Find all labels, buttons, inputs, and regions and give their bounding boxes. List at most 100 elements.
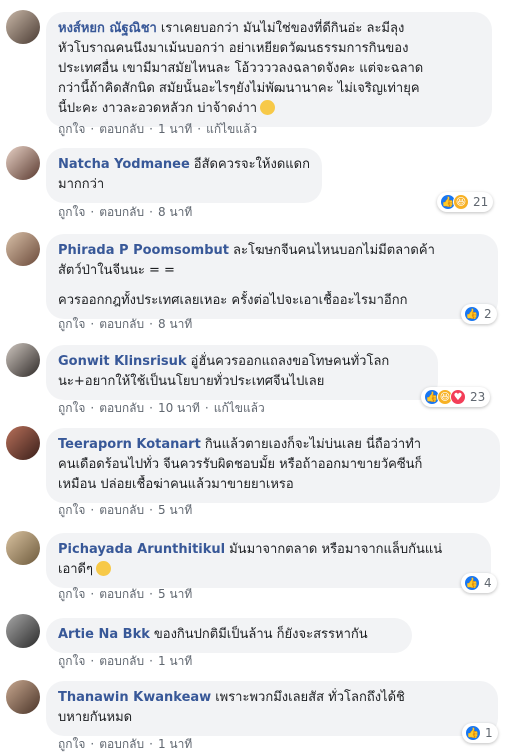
comment-actions: ถูกใจ · ตอบกลับ · 5 นาที <box>58 501 192 520</box>
commenter-name[interactable]: Artie Na Bkk <box>58 627 150 642</box>
timestamp[interactable]: 1 นาที <box>158 737 192 751</box>
comment-text: สัตว์ป่าในจีนนะ = = <box>58 263 175 278</box>
comment-bubble: หงส์หยก ณัฐณิชา เราเคยบอกว่า มันไม่ใช่ของ… <box>46 12 492 127</box>
separator: · <box>90 122 95 136</box>
avatar[interactable] <box>6 531 40 565</box>
commenter-name[interactable]: Pichayada Arunthitikul <box>58 542 225 557</box>
reply-link[interactable]: ตอบกลับ <box>99 587 144 601</box>
reply-link[interactable]: ตอบกลับ <box>99 317 144 331</box>
like-link[interactable]: ถูกใจ <box>58 654 85 668</box>
comment-text: เพราะพวกมึงเลยสัส ทั่วโลกถึงได้ชิ <box>215 690 405 705</box>
timestamp[interactable]: 8 นาที <box>158 205 192 219</box>
comment-bubble: Teeraporn Kotanart กินแล้วตายเองก็จะไม่บ่… <box>46 428 500 503</box>
reaction-summary[interactable]: 👍 😆 ♥ 23 <box>421 387 491 407</box>
separator: · <box>90 205 95 219</box>
separator: · <box>90 317 95 331</box>
reaction-summary[interactable]: 👍 1 <box>462 723 498 743</box>
timestamp[interactable]: 10 นาที <box>158 401 200 415</box>
like-link[interactable]: ถูกใจ <box>58 317 85 331</box>
comment-text: อู่ฮั่นควรออกแถลงขอโทษคนทั่วโลก <box>190 354 390 369</box>
separator: · <box>149 503 153 517</box>
separator: · <box>90 737 95 751</box>
avatar[interactable] <box>6 614 40 648</box>
comment-text: อีสัดควรจะให้งดแดกทั่วประเทศไปเลย <box>193 157 310 172</box>
reply-link[interactable]: ตอบกลับ <box>99 503 144 517</box>
commenter-name[interactable]: หงส์หยก ณัฐณิชา <box>58 21 157 36</box>
separator: · <box>149 654 153 668</box>
like-link[interactable]: ถูกใจ <box>58 205 85 219</box>
commenter-name[interactable]: Thanawin Kwankeaw <box>58 690 211 705</box>
comment-text: มากกว่า <box>58 177 105 192</box>
comment-actions: ถูกใจ · ตอบกลับ · 8 นาที <box>58 315 192 334</box>
comment-bubble: Thanawin Kwankeaw เพราะพวกมึงเลยสัส ทั่วโ… <box>46 681 498 736</box>
like-link[interactable]: ถูกใจ <box>58 737 85 751</box>
comment-bubble: Phirada P Poomsombut ละโฆษกจีนคนไหนบอกไม่… <box>46 234 498 319</box>
like-reaction-icon: 👍 <box>465 725 481 741</box>
separator: · <box>149 737 153 751</box>
like-reaction-icon: 👍 <box>464 306 480 322</box>
comment-actions: ถูกใจ · ตอบกลับ · 5 นาที <box>58 585 192 604</box>
commenter-name[interactable]: Natcha Yodmanee <box>58 157 190 172</box>
comment-text: ของกินปกติมีเป็นล้าน ก็ยังจะสรรหากัน <box>153 627 368 642</box>
separator: · <box>149 317 153 331</box>
comment-actions: ถูกใจ · ตอบกลับ · 1 นาที <box>58 652 192 671</box>
comment-text: นี้ปะคะ งาวละอวดหลัวก บ่าจ้าดง่าา <box>58 101 258 116</box>
like-reaction-icon: 👍 <box>464 575 480 591</box>
reaction-summary[interactable]: 👍 2 <box>461 304 497 324</box>
haha-reaction-icon: 😆 <box>453 194 469 210</box>
commenter-name[interactable]: Teeraporn Kotanart <box>58 437 201 452</box>
separator: · <box>149 122 153 136</box>
reaction-count: 23 <box>470 390 486 404</box>
grimace-emoji-icon <box>260 100 276 115</box>
comment-text: ควรออกกฎทั้งประเทศเลยเหอะ ครั้งต่อไปจะเอ… <box>58 293 408 308</box>
reaction-count: 2 <box>484 307 492 321</box>
comment-text: เหมือน ปล่อยเชื้อฆ่าคนแล้วมาขายยาเหรอ <box>58 477 294 492</box>
love-reaction-icon: ♥ <box>450 389 466 405</box>
comment-text: กว่านี้ถ้าคิดสักนิด สมัยนั้นอะไรๆยังไม่พ… <box>58 81 420 96</box>
avatar[interactable] <box>6 426 40 460</box>
comment-bubble: Artie Na Bkk ของกินปกติมีเป็นล้าน ก็ยังจะ… <box>46 618 412 653</box>
edited-label[interactable]: แก้ไขแล้ว <box>214 401 265 415</box>
separator: · <box>197 122 202 136</box>
like-link[interactable]: ถูกใจ <box>58 503 85 517</box>
timestamp[interactable]: 8 นาที <box>158 317 192 331</box>
timestamp[interactable]: 1 นาที <box>158 654 192 668</box>
reaction-summary[interactable]: 👍 4 <box>461 573 497 593</box>
edited-label[interactable]: แก้ไขแล้ว <box>206 122 257 136</box>
comment-text: กินแล้วตายเองก็จะไม่บ่นเลย นี่ถือว่าทำ <box>204 437 422 452</box>
like-link[interactable]: ถูกใจ <box>58 587 85 601</box>
separator: · <box>90 654 95 668</box>
avatar[interactable] <box>6 146 40 180</box>
avatar[interactable] <box>6 343 40 377</box>
comment-text: เราเคยบอกว่า มันไม่ใช่ของที่ดีกินอ่ะ ละม… <box>160 21 405 36</box>
comment-text: คนเดือดร้อนไปทั่ว จีนควรรับผิดชอบมั้ย หร… <box>58 457 423 472</box>
comment-actions: ถูกใจ · ตอบกลับ · 10 นาที · แก้ไขแล้ว <box>58 399 265 418</box>
reply-link[interactable]: ตอบกลับ <box>99 654 144 668</box>
like-link[interactable]: ถูกใจ <box>58 122 85 136</box>
comment-bubble: Natcha Yodmaneeอีสัดควรจะให้งดแดกทั่วประ… <box>46 148 322 203</box>
comment-text: มันมาจากตลาด หรือมาจากแล็บกันแน่ <box>229 542 443 557</box>
commenter-name[interactable]: Phirada P Poomsombut <box>58 243 229 258</box>
separator: · <box>149 587 153 601</box>
avatar[interactable] <box>6 680 40 714</box>
comment-text: นะ+อยากให้ใช้เป็นนโยบายทั่วประเทศจีนไปเล… <box>58 374 325 389</box>
reply-link[interactable]: ตอบกลับ <box>99 401 144 415</box>
reply-link[interactable]: ตอบกลับ <box>99 737 144 751</box>
comment-actions: ถูกใจ · ตอบกลับ · 1 นาที · แก้ไขแล้ว <box>58 120 257 139</box>
separator: · <box>90 401 95 415</box>
comment-bubble: Gonwit Klinsrisuk อู่ฮั่นควรออกแถลงขอโทษค… <box>46 345 438 400</box>
timestamp[interactable]: 5 นาที <box>158 503 192 517</box>
reaction-summary[interactable]: 👍 😆 21 <box>437 192 494 212</box>
avatar[interactable] <box>6 10 40 44</box>
comment-bubble: Pichayada Arunthitikul มันมาจากตลาด หรือม… <box>46 533 491 588</box>
comment-text: ละโฆษกจีนคนไหนบอกไม่มีตลาดค้า <box>233 243 435 258</box>
avatar[interactable] <box>6 232 40 266</box>
like-link[interactable]: ถูกใจ <box>58 401 85 415</box>
reply-link[interactable]: ตอบกลับ <box>99 205 144 219</box>
timestamp[interactable]: 1 นาที <box>158 122 192 136</box>
timestamp[interactable]: 5 นาที <box>158 587 192 601</box>
commenter-name[interactable]: Gonwit Klinsrisuk <box>58 354 187 369</box>
reply-link[interactable]: ตอบกลับ <box>99 122 144 136</box>
reaction-count: 1 <box>485 726 493 740</box>
comment-actions: ถูกใจ · ตอบกลับ · 1 นาที <box>58 735 192 754</box>
